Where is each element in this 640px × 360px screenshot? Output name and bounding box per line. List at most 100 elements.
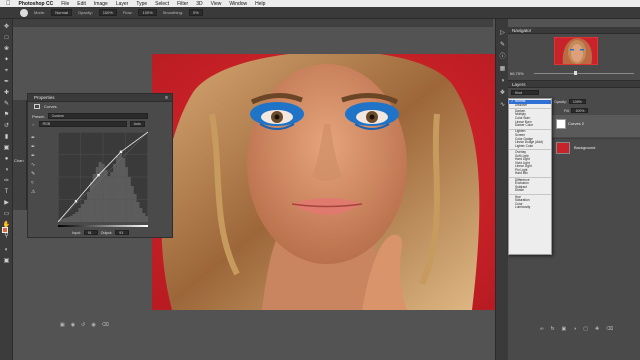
menu-help[interactable]: Help bbox=[255, 1, 265, 7]
move-tool-icon[interactable]: ✥ bbox=[2, 23, 11, 32]
clipping-warning-icon[interactable]: ⚠ bbox=[31, 188, 39, 197]
smooth-curve-icon[interactable]: ≈ bbox=[31, 179, 39, 188]
curve-control-point[interactable] bbox=[74, 200, 78, 203]
panel-menu-icon[interactable]: ≡ bbox=[165, 95, 168, 101]
zoom-level[interactable]: 66.75% bbox=[510, 71, 524, 76]
menu-type[interactable]: Type bbox=[136, 1, 147, 7]
white-point-eyedropper-icon[interactable]: ✒ bbox=[31, 152, 39, 161]
layers-title[interactable]: Layers bbox=[512, 82, 526, 87]
add-mask-icon[interactable]: ▣ bbox=[561, 326, 566, 332]
auto-button[interactable]: Auto bbox=[129, 121, 145, 127]
paths-icon[interactable]: ∿ bbox=[498, 101, 507, 110]
view-previous-icon[interactable]: ◉ bbox=[71, 322, 75, 328]
preset-select[interactable]: Custom bbox=[47, 113, 148, 119]
brush-tool-icon[interactable]: ✎ bbox=[2, 100, 11, 109]
layer-fill-field[interactable]: 100% bbox=[571, 108, 589, 113]
blend-mode-option[interactable]: Darker Color bbox=[509, 124, 551, 128]
delete-adjustment-icon[interactable]: ⌫ bbox=[102, 322, 109, 328]
curves-graph[interactable] bbox=[58, 132, 148, 222]
menu-window[interactable]: Window bbox=[229, 1, 247, 7]
new-group-icon[interactable]: ▢ bbox=[583, 326, 588, 332]
curve-control-point[interactable] bbox=[119, 150, 123, 153]
shape-tool-icon[interactable]: ▭ bbox=[2, 210, 11, 219]
eyedropper-tool-icon[interactable]: ✒ bbox=[2, 78, 11, 87]
clip-to-layer-icon[interactable]: ▣ bbox=[60, 322, 65, 328]
quick-select-tool-icon[interactable]: ✦ bbox=[2, 56, 11, 65]
zoom-tool-icon[interactable]: ⚲ bbox=[2, 232, 11, 241]
menu-filter[interactable]: Filter bbox=[177, 1, 188, 7]
output-field[interactable]: 93 bbox=[115, 230, 130, 235]
apple-icon[interactable]:  bbox=[6, 1, 11, 7]
visibility-icon[interactable]: ◉ bbox=[91, 322, 95, 328]
swatches-icon[interactable]: ▦ bbox=[498, 65, 507, 74]
document-canvas[interactable] bbox=[152, 54, 504, 310]
styles-icon[interactable]: ❖ bbox=[498, 89, 507, 98]
link-layers-icon[interactable]: ∞ bbox=[540, 326, 544, 332]
brush-settings-icon[interactable]: ✎ bbox=[498, 41, 507, 50]
curve-point-tool-icon[interactable]: ∿ bbox=[31, 161, 39, 170]
history-brush-tool-icon[interactable]: ↺ bbox=[2, 122, 11, 131]
gradient-tool-icon[interactable]: ▣ bbox=[2, 144, 11, 153]
zoom-slider-handle[interactable] bbox=[574, 71, 577, 75]
blend-mode-option[interactable]: ✓ Normal bbox=[509, 99, 551, 104]
layer-name-curves[interactable]: Curves 2 bbox=[568, 121, 584, 126]
blend-mode-option[interactable]: Divide bbox=[509, 189, 551, 193]
mode-select[interactable]: Normal bbox=[51, 9, 73, 16]
navigator-title[interactable]: Navigator bbox=[512, 28, 531, 33]
zoom-slider[interactable] bbox=[534, 73, 634, 74]
navigator-thumbnail[interactable] bbox=[554, 37, 598, 65]
blend-mode-option[interactable]: Dissolve bbox=[509, 103, 551, 108]
blend-mode-option[interactable]: Lighter Color bbox=[509, 144, 551, 149]
new-adjustment-icon[interactable]: ◑ bbox=[573, 326, 576, 332]
blend-mode-option[interactable]: Luminosity bbox=[509, 206, 551, 210]
blend-mode-dropdown[interactable]: ✓ Normal Dissolve Darken Multiply Color Burn L… bbox=[508, 98, 552, 255]
screen-mode-icon[interactable]: ▣ bbox=[2, 257, 11, 266]
healing-tool-icon[interactable]: ✚ bbox=[2, 89, 11, 98]
input-field[interactable]: 91 bbox=[83, 230, 98, 235]
brush-preset-icon[interactable] bbox=[20, 8, 28, 17]
menu-view[interactable]: View bbox=[211, 1, 222, 7]
gray-point-eyedropper-icon[interactable]: ✒ bbox=[31, 143, 39, 152]
opacity-field[interactable]: 100% bbox=[98, 9, 117, 16]
history-panel-icon[interactable]: ▷ bbox=[498, 29, 507, 38]
histogram-bar bbox=[75, 212, 79, 222]
menu-layer[interactable]: Layer bbox=[116, 1, 129, 7]
quick-mask-icon[interactable]: ◐ bbox=[2, 246, 11, 255]
app-menu[interactable]: Photoshop CC bbox=[19, 1, 54, 7]
properties-title[interactable]: Properties bbox=[34, 95, 55, 100]
new-layer-icon[interactable]: ✚ bbox=[595, 326, 599, 332]
layer-filter-kind[interactable]: Kind bbox=[511, 90, 539, 95]
path-select-tool-icon[interactable]: ▶ bbox=[2, 199, 11, 208]
channel-select[interactable]: RGB bbox=[38, 121, 127, 127]
flow-field[interactable]: 100% bbox=[138, 9, 157, 16]
menu-image[interactable]: Image bbox=[94, 1, 108, 7]
blend-mode-option[interactable]: Hard Mix bbox=[509, 172, 551, 176]
type-tool-icon[interactable]: T bbox=[2, 188, 11, 197]
curve-control-point[interactable] bbox=[97, 174, 100, 177]
target-adjust-icon[interactable]: ☞ bbox=[32, 122, 36, 127]
layer-name-background[interactable]: Background bbox=[574, 145, 595, 150]
menu-edit[interactable]: Edit bbox=[77, 1, 86, 7]
pencil-draw-icon[interactable]: ✎ bbox=[31, 170, 39, 179]
reset-icon[interactable]: ↺ bbox=[81, 322, 85, 328]
dodge-tool-icon[interactable]: ◑ bbox=[2, 166, 11, 175]
layer-opacity-field[interactable]: 100% bbox=[568, 99, 586, 104]
layer-style-icon[interactable]: fx bbox=[551, 326, 555, 332]
blur-tool-icon[interactable]: ● bbox=[2, 155, 11, 164]
menu-file[interactable]: File bbox=[61, 1, 69, 7]
delete-layer-icon[interactable]: ⌫ bbox=[606, 326, 613, 332]
eraser-tool-icon[interactable]: ▮ bbox=[2, 133, 11, 142]
clone-stamp-tool-icon[interactable]: ⚑ bbox=[2, 111, 11, 120]
marquee-tool-icon[interactable]: □ bbox=[2, 34, 11, 43]
lasso-tool-icon[interactable]: ❀ bbox=[2, 45, 11, 54]
pen-tool-icon[interactable]: ✑ bbox=[2, 177, 11, 186]
adjustments-icon[interactable]: ◑ bbox=[498, 77, 507, 86]
info-panel-icon[interactable]: ⓘ bbox=[498, 53, 507, 62]
smoothing-field[interactable]: 0% bbox=[188, 9, 203, 16]
channels-tab[interactable]: Chan bbox=[14, 158, 24, 163]
foreground-color-swatch[interactable] bbox=[2, 227, 8, 233]
menu-3d[interactable]: 3D bbox=[196, 1, 202, 7]
black-point-eyedropper-icon[interactable]: ✒ bbox=[31, 134, 39, 143]
menu-select[interactable]: Select bbox=[155, 1, 169, 7]
crop-tool-icon[interactable]: ⌖ bbox=[2, 67, 11, 76]
